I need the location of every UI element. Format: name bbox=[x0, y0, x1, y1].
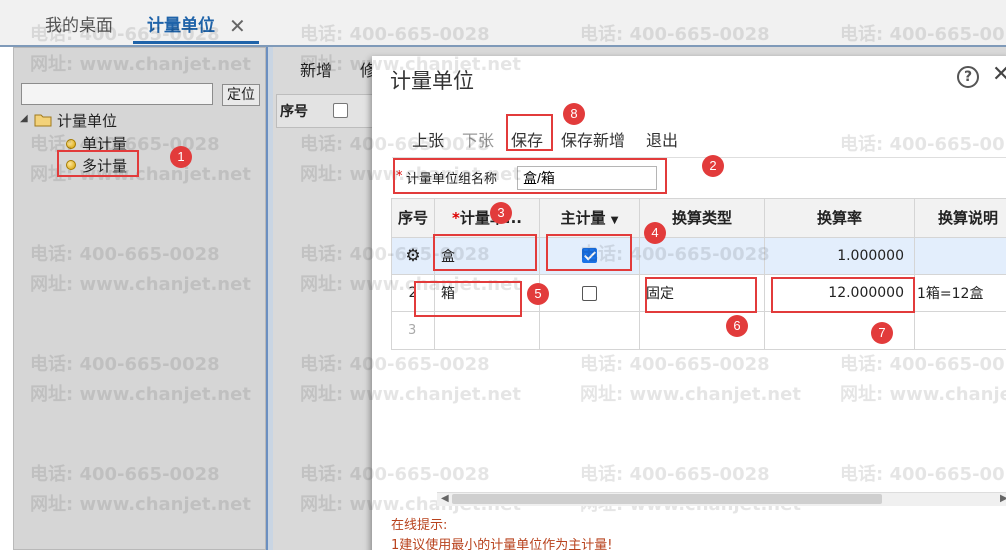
conversion-desc-cell bbox=[914, 236, 1006, 275]
annotation-badge: 6 bbox=[726, 315, 748, 337]
col-header-seq: 序号 bbox=[391, 198, 435, 238]
bulb-icon bbox=[66, 139, 76, 149]
annotation-box bbox=[645, 277, 757, 313]
locate-button[interactable]: 定位 bbox=[222, 84, 260, 106]
unit-table: 序号 *计量单... 主计量 ▼ 换算类型 换算率 换算说明 ⚙ 盒 1.000… bbox=[391, 198, 1006, 350]
annotation-box bbox=[771, 277, 915, 313]
tab-my-desktop[interactable]: 我的桌面 bbox=[45, 12, 113, 40]
folder-icon bbox=[34, 114, 52, 127]
main-unit-cell[interactable] bbox=[539, 311, 640, 350]
active-tab-indicator bbox=[133, 41, 259, 44]
hint-text: 1建议使用最小的计量单位作为主计量! bbox=[391, 538, 613, 550]
col-header-main[interactable]: 主计量 ▼ bbox=[539, 198, 640, 238]
unit-cell[interactable] bbox=[434, 311, 540, 350]
tab-measure-unit[interactable]: 计量单位 bbox=[147, 12, 215, 40]
annotation-box bbox=[506, 114, 553, 151]
col-header-rate: 换算率 bbox=[764, 198, 915, 238]
hint-title: 在线提示: bbox=[391, 518, 448, 533]
add-button[interactable]: 新增 bbox=[300, 57, 332, 81]
main-grid-select-all-checkbox[interactable] bbox=[333, 103, 348, 118]
col-header-unit[interactable]: *计量单... bbox=[434, 198, 540, 238]
table-row[interactable]: 3 bbox=[391, 311, 1006, 350]
annotation-box bbox=[546, 234, 632, 271]
annotation-box bbox=[393, 158, 667, 194]
col-header-main-label: 主计量 bbox=[560, 209, 606, 228]
annotation-box bbox=[414, 281, 522, 317]
help-icon[interactable]: ? bbox=[957, 66, 979, 88]
main-grid-seq-header: 序号 bbox=[280, 104, 308, 120]
sort-caret-icon[interactable]: ▼ bbox=[611, 215, 619, 226]
tree-root-label[interactable]: 计量单位 bbox=[57, 110, 117, 131]
row-seq-cell: 3 bbox=[391, 311, 435, 350]
annotation-badge: 7 bbox=[871, 322, 893, 344]
scroll-left-icon[interactable]: ◀ bbox=[441, 493, 449, 504]
panel-splitter[interactable] bbox=[266, 47, 273, 550]
annotation-badge: 3 bbox=[490, 202, 512, 224]
annotation-box bbox=[433, 234, 537, 271]
gear-icon[interactable]: ⚙ bbox=[391, 236, 435, 275]
conversion-desc-cell bbox=[914, 311, 1006, 350]
next-record-button[interactable]: 下张 bbox=[462, 127, 494, 151]
tree-collapse-icon[interactable]: ◢ bbox=[20, 113, 28, 124]
conversion-rate-cell[interactable]: 1.000000 bbox=[764, 236, 915, 275]
dialog-title: 计量单位 bbox=[390, 69, 474, 93]
required-marker: * bbox=[452, 209, 460, 228]
close-icon[interactable]: ✕ bbox=[992, 62, 1006, 87]
prev-record-button[interactable]: 上张 bbox=[412, 127, 444, 151]
annotation-badge: 2 bbox=[702, 155, 724, 177]
scroll-right-icon[interactable]: ▶ bbox=[1000, 493, 1006, 504]
close-tab-icon[interactable]: ✕ bbox=[229, 13, 246, 39]
table-header-row: 序号 *计量单... 主计量 ▼ 换算类型 换算率 换算说明 bbox=[391, 198, 1006, 238]
annotation-badge: 1 bbox=[170, 146, 192, 168]
scrollbar-thumb[interactable] bbox=[452, 494, 882, 504]
annotation-box bbox=[57, 150, 139, 177]
col-header-desc: 换算说明 bbox=[914, 198, 1006, 238]
annotation-badge: 4 bbox=[644, 222, 666, 244]
annotation-badge: 8 bbox=[563, 103, 585, 125]
conversion-desc-cell: 1箱=12盒 bbox=[914, 273, 1006, 313]
locate-search-input[interactable] bbox=[21, 83, 213, 105]
main-unit-checkbox[interactable] bbox=[582, 285, 597, 301]
main-unit-cell[interactable] bbox=[539, 273, 640, 313]
exit-button[interactable]: 退出 bbox=[646, 127, 678, 151]
annotation-badge: 5 bbox=[527, 283, 549, 305]
save-and-new-button[interactable]: 保存新增 bbox=[561, 127, 625, 151]
